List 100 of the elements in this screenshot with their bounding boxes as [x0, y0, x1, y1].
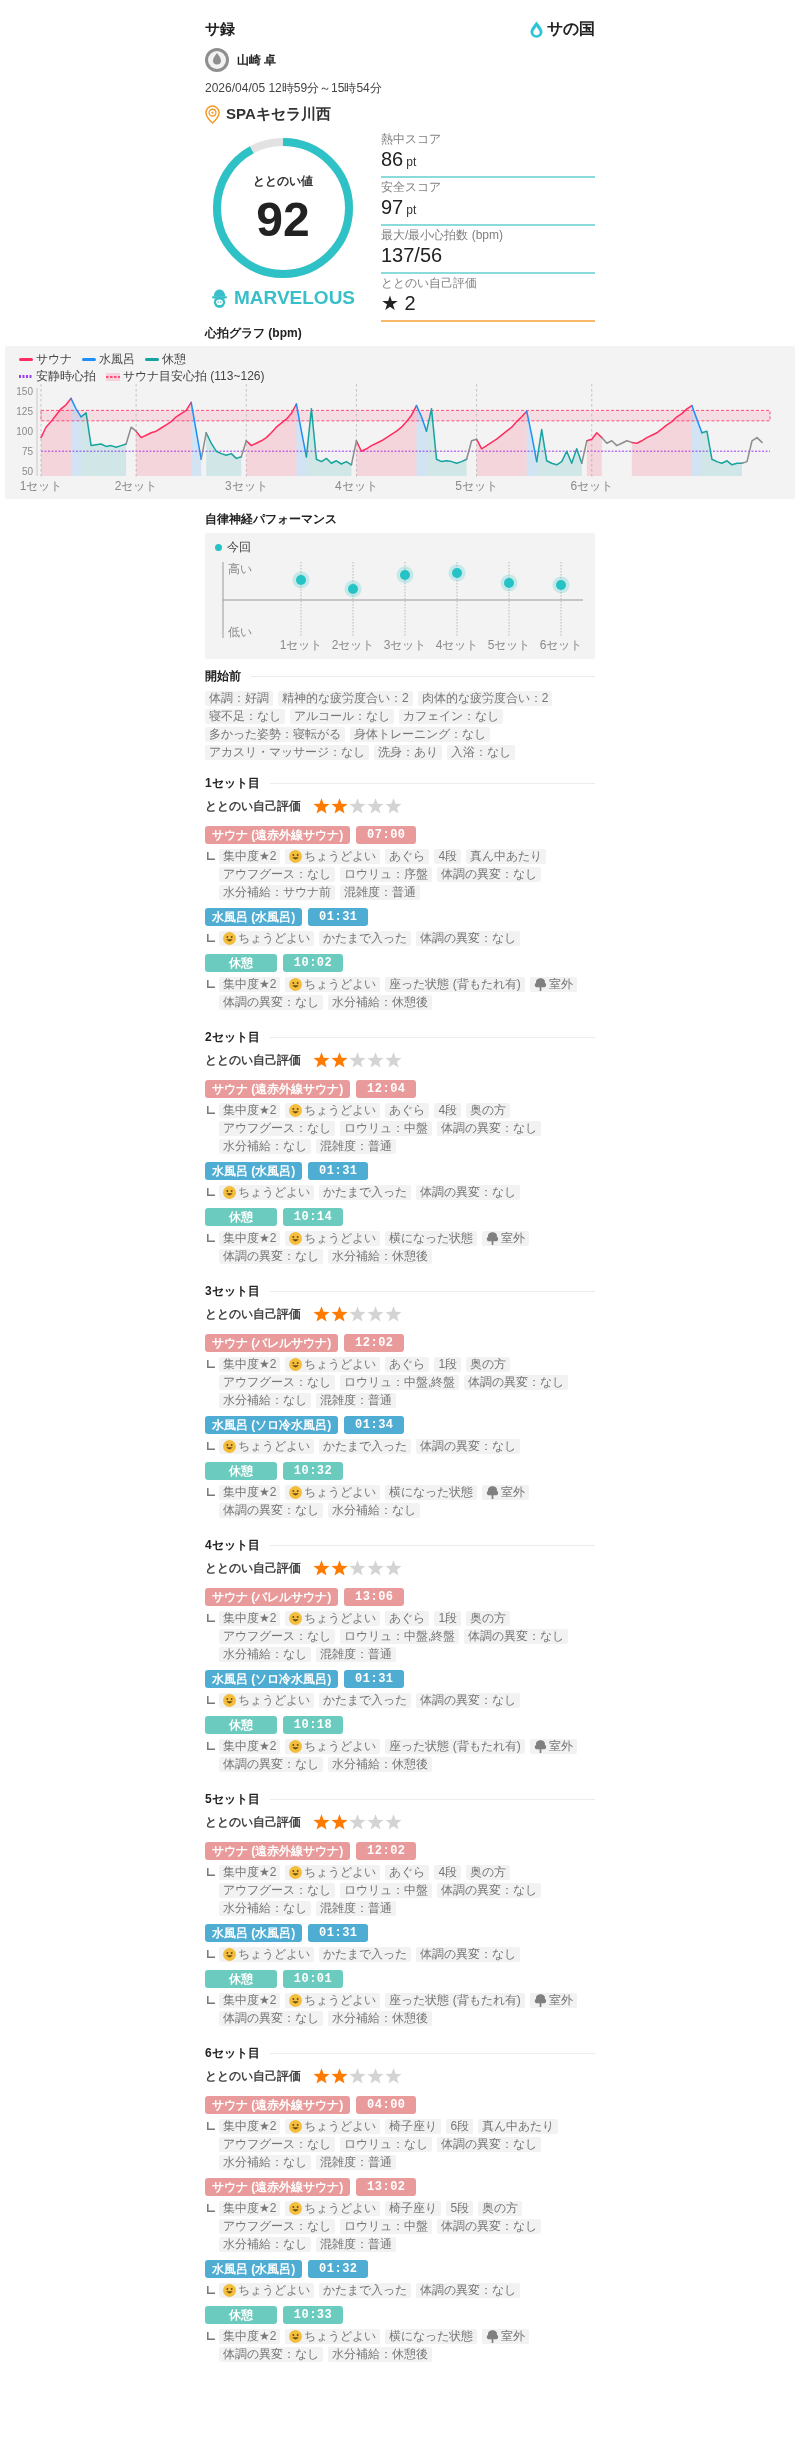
info-tag: アウフグース：なし — [219, 1883, 335, 1898]
star-icon — [331, 2068, 348, 2084]
score-label: ととのい値 — [253, 172, 313, 190]
smiley-face-icon — [289, 850, 303, 863]
data-point — [500, 574, 518, 592]
phase-duration: 12:02 — [344, 1334, 405, 1352]
session-datetime: 2026/04/05 12時59分～15時54分 — [205, 80, 383, 97]
indent-corner-icon — [207, 1742, 215, 1750]
smiley-face-icon — [289, 1358, 303, 1371]
logo-text: サの国 — [547, 18, 595, 39]
indent-corner-icon — [207, 1488, 215, 1496]
phase-duration: 10:18 — [283, 1716, 343, 1734]
rating-label: ととのい自己評価 — [205, 1051, 301, 1069]
page-title: サ録 — [205, 19, 235, 39]
metric-value: ★ 2 — [381, 291, 416, 315]
indent-corner-icon — [207, 1234, 215, 1242]
phase-label: 休憩 — [205, 1208, 277, 1226]
tag-text: ちょうどよい — [304, 1865, 377, 1880]
axis-label: 低い — [228, 625, 252, 639]
data-point — [448, 564, 466, 582]
indent-corner-icon — [207, 2204, 215, 2212]
indent-corner-icon — [207, 980, 215, 988]
smiley-face-icon — [223, 932, 236, 945]
info-tag: かたまで入った — [319, 2283, 411, 2298]
star-icon — [313, 2068, 330, 2084]
phase-duration: 01:31 — [308, 908, 369, 926]
indent-corner-icon — [207, 1188, 215, 1196]
info-tag: 体調の異変：なし — [464, 1375, 569, 1390]
info-tag: 体調の異変：なし — [416, 931, 520, 946]
info-tag: 集中度★2 — [219, 1231, 281, 1246]
axis-label: 50 — [21, 465, 33, 477]
info-tag: 集中度★2 — [219, 1485, 281, 1500]
smiley-face-icon — [223, 2284, 236, 2297]
axis-label: 6セット — [539, 638, 583, 652]
tag-text: ちょうどよい — [304, 1611, 377, 1626]
axis-label: 2セット — [114, 479, 158, 493]
indent-corner-icon — [207, 1696, 215, 1704]
axis-label: 3セット — [224, 479, 268, 493]
info-tag: アルコール：なし — [290, 709, 394, 724]
info-tag: 奥の方 — [466, 1103, 511, 1118]
star-icon — [313, 798, 330, 814]
info-tag: 混雑度：普通 — [316, 1139, 396, 1154]
smiley-face-icon — [289, 2202, 303, 2215]
axis-label: 高い — [228, 562, 252, 576]
legend-label: 今回 — [227, 539, 251, 556]
tag-text: 室外 — [548, 1993, 573, 2008]
phase-duration: 07:00 — [356, 826, 417, 844]
smiley-face-icon — [289, 1486, 303, 1499]
phase-label: サウナ (バレルサウナ) — [205, 1588, 339, 1606]
indent-corner-icon — [207, 1996, 215, 2004]
tree-icon — [533, 1740, 547, 1753]
section-title: 心拍グラフ (bpm) — [205, 325, 303, 341]
info-tag: ロウリュ：なし — [340, 2137, 432, 2152]
info-tag: 精神的な疲労度合い：2 — [278, 691, 413, 706]
smiley-face-icon — [289, 1866, 303, 1879]
phase-label: 休憩 — [205, 2306, 277, 2324]
info-tag: 横になった状態 — [385, 2329, 478, 2344]
tag-text: ちょうどよい — [304, 2119, 377, 2134]
legend-label: 安静時心拍 — [36, 368, 96, 385]
data-point — [552, 576, 570, 594]
phase-duration: 04:00 — [356, 2096, 417, 2114]
indent-corner-icon — [207, 2122, 215, 2130]
avatar-icon — [205, 48, 229, 72]
info-tag: 座った状態 (背もたれ有) — [385, 977, 525, 992]
info-tag: 体調の異変：なし — [416, 1693, 520, 1708]
tag-text: ちょうどよい — [304, 1231, 377, 1246]
info-tag: 真ん中あたり — [466, 849, 547, 864]
tag-text: ちょうどよい — [304, 1357, 377, 1372]
tag-text: ちょうどよい — [238, 2283, 310, 2298]
rating-label: ととのい自己評価 — [205, 2067, 301, 2085]
info-tag: 集中度★2 — [219, 1357, 281, 1372]
smiley-face-icon — [289, 978, 303, 991]
legend-dot-icon — [215, 544, 222, 551]
info-tag: 4段 — [434, 849, 462, 864]
info-tag: 水分補給：なし — [219, 2155, 311, 2170]
info-tag: アウフグース：なし — [219, 2137, 335, 2152]
tree-icon — [486, 1232, 500, 1245]
info-tag: 椅子座り — [385, 2119, 442, 2134]
metric-label: 最大/最小心拍数 (bpm) — [381, 228, 504, 242]
info-tag: アウフグース：なし — [219, 1121, 335, 1136]
section-title: 自律神経パフォーマンス — [205, 511, 338, 527]
info-tag: アウフグース：なし — [219, 2219, 335, 2234]
tag-text: 室外 — [501, 2329, 526, 2344]
smiley-face-icon — [289, 1104, 303, 1117]
info-tag: 奥の方 — [466, 1611, 511, 1626]
metric-label: ととのい自己評価 — [381, 276, 478, 290]
axis-label: 5セット — [487, 638, 531, 652]
info-tag: 肉体的な疲労度合い：2 — [417, 691, 553, 706]
info-tag: あぐら — [385, 1103, 430, 1118]
info-tag: 体調の異変：なし — [219, 2347, 323, 2362]
smiley-face-icon — [289, 1232, 303, 1245]
facility-name: SPAキセラ川西 — [226, 105, 331, 124]
phase-duration: 10:14 — [283, 1208, 343, 1226]
water-drop-icon — [530, 20, 543, 38]
info-tag: 6段 — [446, 2119, 474, 2134]
info-tag: 集中度★2 — [219, 1993, 281, 2008]
phase-label: 水風呂 (ソロ冷水風呂) — [205, 1670, 339, 1688]
phase-duration: 10:33 — [283, 2306, 343, 2324]
tag-text: 室外 — [548, 977, 573, 992]
phase-label: 水風呂 (水風呂) — [205, 2260, 303, 2278]
